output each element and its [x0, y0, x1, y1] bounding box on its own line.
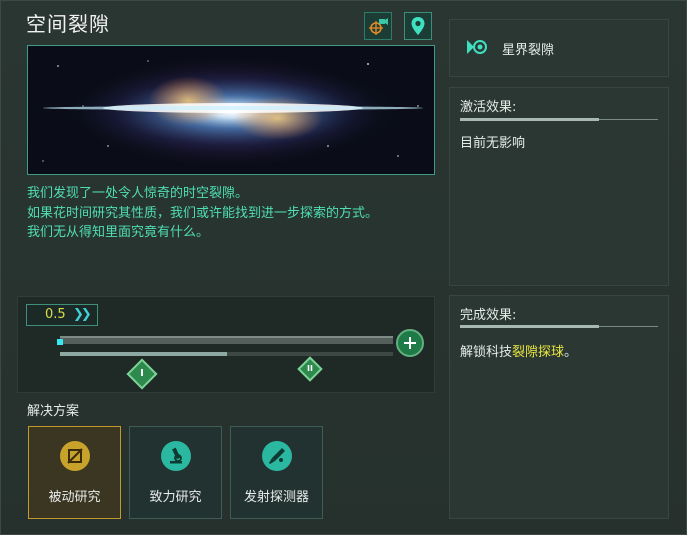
solution-label: 发射探测器 — [243, 490, 309, 505]
speed-value: 0.5 — [45, 307, 66, 322]
divider — [460, 118, 658, 121]
microscope-icon — [161, 441, 191, 471]
progress-track-edge — [60, 336, 393, 338]
completion-prefix: 解锁科技 — [460, 345, 513, 360]
camera-target-button[interactable] — [364, 12, 392, 40]
solutions-title: 解决方案 — [27, 404, 80, 419]
rift-image — [27, 45, 435, 175]
activation-panel — [449, 87, 669, 286]
description-line: 如果花时间研究其性质，我们或许能找到进一步探索的方式。 — [27, 205, 379, 221]
event-title: 空间裂隙 — [26, 12, 110, 36]
location-name[interactable]: 星界裂隙 — [502, 39, 554, 58]
solution-label: 致力研究 — [149, 490, 202, 505]
progress-fill — [60, 352, 227, 356]
plus-icon[interactable] — [396, 329, 424, 357]
completion-suffix: 。 — [564, 345, 578, 360]
stage-marker-label: II — [307, 364, 313, 373]
solution-label: 被动研究 — [48, 490, 101, 505]
tech-link[interactable]: 裂隙探球 — [512, 345, 564, 360]
system-icon — [467, 40, 487, 54]
passive-research-icon — [60, 441, 90, 471]
completion-panel — [449, 295, 669, 519]
divider — [460, 325, 658, 328]
map-pin-icon — [411, 17, 425, 35]
map-pin-button[interactable] — [404, 12, 432, 40]
progress-bar — [60, 352, 393, 356]
activation-heading: 激活效果: — [460, 100, 517, 115]
completion-heading: 完成效果: — [460, 308, 517, 323]
completion-effect: 解锁科技裂隙探球。 — [460, 341, 577, 360]
speed-indicator[interactable]: 0.5 ❯❯ — [26, 304, 98, 326]
fast-forward-icon: ❯❯ — [73, 307, 92, 322]
progress-cursor — [57, 339, 63, 345]
probe-launch-icon — [262, 441, 292, 471]
description-line: 我们无从得知里面究竟有什么。 — [27, 225, 210, 240]
event-description: 我们发现了一处令人惊奇的时空裂隙。 如果花时间研究其性质，我们或许能找到进一步探… — [27, 184, 378, 243]
description-line: 我们发现了一处令人惊奇的时空裂隙。 — [27, 186, 249, 201]
solution-passive-research[interactable]: 被动研究 — [28, 426, 121, 519]
camera-target-icon — [369, 18, 388, 35]
solution-launch-probe[interactable]: 发射探测器 — [230, 426, 323, 519]
stage-marker-label: I — [140, 368, 144, 379]
solution-dedicated-research[interactable]: 致力研究 — [129, 426, 222, 519]
activation-effect: 目前无影响 — [460, 136, 526, 151]
